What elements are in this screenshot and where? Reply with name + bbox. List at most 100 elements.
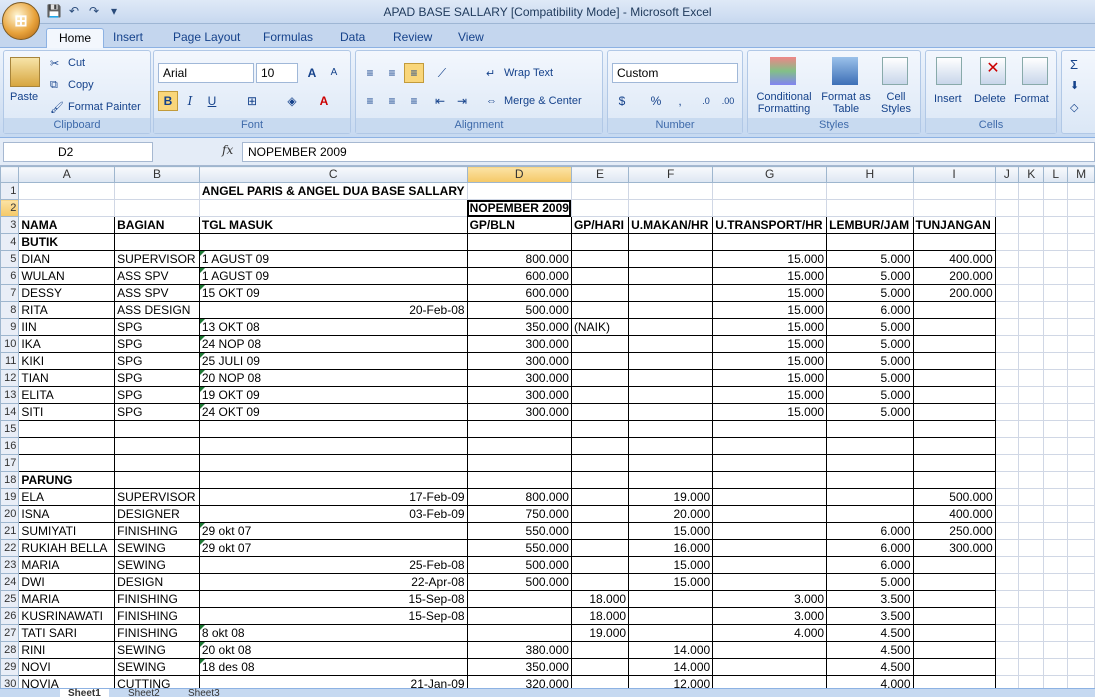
cell-k23[interactable] (1018, 556, 1045, 574)
cell-c23[interactable]: 25-Feb-08 (198, 556, 468, 574)
cell-m3[interactable] (1067, 216, 1095, 234)
cell-d7[interactable]: 600.000 (466, 284, 572, 302)
cell-a24[interactable]: DWI (18, 573, 116, 591)
cell-f20[interactable]: 20.000 (628, 505, 714, 523)
cell-m7[interactable] (1067, 284, 1095, 302)
cell-e24[interactable] (570, 573, 630, 591)
cell-l4[interactable] (1043, 233, 1069, 251)
cell-c14[interactable]: 24 OKT 09 (198, 403, 468, 421)
cell-c17[interactable] (198, 454, 468, 472)
cell-j2[interactable] (994, 199, 1020, 217)
cell-g11[interactable]: 15.000 (712, 352, 828, 370)
cell-b9[interactable]: SPG (114, 318, 200, 336)
cell-e27[interactable]: 19.000 (570, 624, 630, 642)
cell-f27[interactable] (628, 624, 714, 642)
cell-f1[interactable] (628, 182, 714, 200)
tab-review[interactable]: Review (381, 28, 444, 48)
cell-a18[interactable]: PARUNG (18, 471, 116, 489)
row-header[interactable]: 21 (0, 522, 20, 540)
column-header-a[interactable]: A (18, 166, 116, 183)
cell-m1[interactable] (1067, 182, 1095, 200)
cell-i25[interactable] (912, 590, 996, 608)
cell-f2[interactable] (628, 199, 714, 217)
cell-a20[interactable]: ISNA (18, 505, 116, 523)
cell-e23[interactable] (570, 556, 630, 574)
cell-a2[interactable] (18, 199, 116, 217)
cell-l13[interactable] (1043, 386, 1069, 404)
cell-f14[interactable] (628, 403, 714, 421)
borders-icon[interactable]: ⊞ (242, 91, 262, 111)
cell-d30[interactable]: 320.000 (466, 675, 572, 688)
cell-m10[interactable] (1067, 335, 1095, 353)
cell-m17[interactable] (1067, 454, 1095, 472)
cell-d9[interactable]: 350.000 (466, 318, 572, 336)
cell-b27[interactable]: FINISHING (114, 624, 200, 642)
row-header[interactable]: 30 (0, 675, 20, 688)
cell-b21[interactable]: FINISHING (114, 522, 200, 540)
cell-i10[interactable] (912, 335, 996, 353)
cell-j22[interactable] (994, 539, 1020, 557)
cell-l28[interactable] (1043, 641, 1069, 659)
cell-b2[interactable] (114, 199, 200, 217)
cell-m6[interactable] (1067, 267, 1095, 285)
cell-f13[interactable] (628, 386, 714, 404)
cell-m27[interactable] (1067, 624, 1095, 642)
cell-e21[interactable] (570, 522, 630, 540)
cell-d19[interactable]: 800.000 (466, 488, 572, 506)
cell-a27[interactable]: TATI SARI (18, 624, 116, 642)
cell-l26[interactable] (1043, 607, 1069, 625)
cell-i3[interactable]: TUNJANGAN (912, 216, 996, 234)
cell-g17[interactable] (712, 454, 828, 472)
tab-home[interactable]: Home (46, 28, 105, 48)
cell-d26[interactable] (466, 607, 572, 625)
cell-b3[interactable]: BAGIAN (114, 216, 200, 234)
increase-decimal-icon[interactable]: .0 (696, 91, 716, 111)
cell-d21[interactable]: 550.000 (466, 522, 572, 540)
cell-i18[interactable] (912, 471, 996, 489)
cell-h2[interactable] (826, 199, 914, 217)
cell-d13[interactable]: 300.000 (466, 386, 572, 404)
cell-j28[interactable] (994, 641, 1020, 659)
cell-i23[interactable] (912, 556, 996, 574)
row-header[interactable]: 3 (0, 216, 20, 234)
orientation-icon[interactable]: ⟋ (432, 63, 452, 83)
italic-button[interactable]: I (180, 91, 200, 111)
wrap-text-icon[interactable]: ↵ (486, 67, 495, 80)
cell-i15[interactable] (912, 420, 996, 438)
cell-e8[interactable] (570, 301, 630, 319)
cell-m13[interactable] (1067, 386, 1095, 404)
cell-e3[interactable]: GP/HARI (570, 216, 630, 234)
cell-i13[interactable] (912, 386, 996, 404)
cell-c10[interactable]: 24 NOP 08 (198, 335, 468, 353)
row-header[interactable]: 17 (0, 454, 20, 472)
merge-center-button[interactable]: Merge & Center (504, 95, 582, 107)
cell-i19[interactable]: 500.000 (912, 488, 996, 506)
cell-a4[interactable]: BUTIK (18, 233, 116, 251)
cell-l2[interactable] (1043, 199, 1069, 217)
row-header[interactable]: 25 (0, 590, 20, 608)
cell-l23[interactable] (1043, 556, 1069, 574)
copy-button[interactable]: Copy (68, 79, 94, 91)
cell-j4[interactable] (994, 233, 1020, 251)
cell-c16[interactable] (198, 437, 468, 455)
cell-f15[interactable] (628, 420, 714, 438)
cell-h8[interactable]: 6.000 (826, 301, 914, 319)
cell-a7[interactable]: DESSY (18, 284, 116, 302)
cell-d1[interactable] (466, 182, 572, 200)
cell-j27[interactable] (994, 624, 1020, 642)
cell-l10[interactable] (1043, 335, 1069, 353)
number-format-box[interactable]: Custom (612, 63, 738, 83)
cell-m28[interactable] (1067, 641, 1095, 659)
cell-c29[interactable]: 18 des 08 (198, 658, 468, 676)
align-center-icon[interactable]: ≡ (382, 91, 402, 111)
cell-k19[interactable] (1018, 488, 1045, 506)
cell-d12[interactable]: 300.000 (466, 369, 572, 387)
cell-j30[interactable] (994, 675, 1020, 688)
cell-styles-icon[interactable] (882, 57, 908, 85)
cell-i2[interactable] (912, 199, 996, 217)
cell-e19[interactable] (570, 488, 630, 506)
cell-f17[interactable] (628, 454, 714, 472)
cell-k17[interactable] (1018, 454, 1045, 472)
cell-h17[interactable] (826, 454, 914, 472)
cell-f4[interactable] (628, 233, 714, 251)
